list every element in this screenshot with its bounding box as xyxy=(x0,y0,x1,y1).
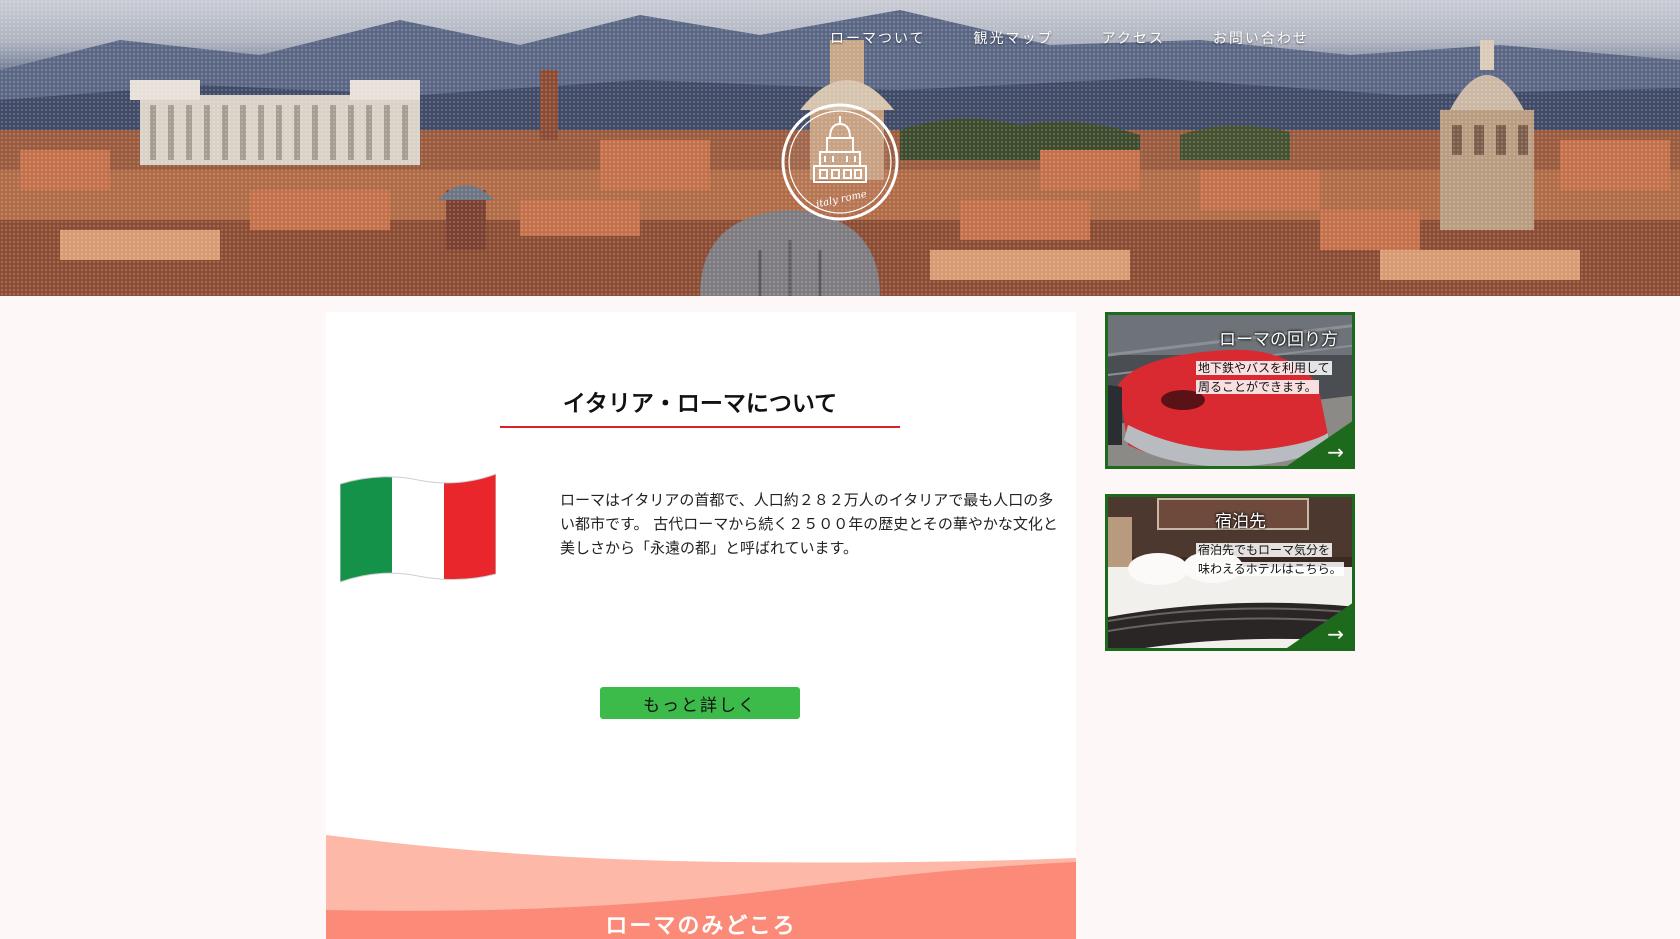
hero-header: ローマついて 観光マップ アクセス お問い合わせ italy rome xyxy=(0,0,1680,296)
site-logo[interactable]: italy rome xyxy=(780,102,900,222)
nav-item-contact[interactable]: お問い合わせ xyxy=(1213,28,1309,48)
card-accommodation-title: 宿泊先 xyxy=(1215,512,1266,532)
about-title: イタリア・ローマについて xyxy=(500,384,900,428)
card-accommodation[interactable]: 宿泊先 宿泊先でもローマ気分を 味わえるホテルはこちら。 → xyxy=(1105,494,1355,651)
card-getting-around[interactable]: ローマの回り方 地下鉄やバスを利用して 周ることができます。 → xyxy=(1105,312,1355,469)
arrow-right-icon: → xyxy=(1327,440,1344,464)
main-nav: ローマついて 観光マップ アクセス お問い合わせ xyxy=(830,28,1309,48)
nav-item-sightseeing-map[interactable]: 観光マップ xyxy=(974,28,1054,48)
nav-item-about-rome[interactable]: ローマついて xyxy=(830,28,926,48)
main-content: イタリア・ローマについて ローマはイタリアの首都で、人口約２８２万人のイタリアで… xyxy=(326,312,1076,939)
highlights-title: ローマのみどころ xyxy=(605,914,797,939)
card-getting-around-desc: 地下鉄やバスを利用して 周ることができます。 xyxy=(1196,361,1332,394)
about-description: ローマはイタリアの首都で、人口約２８２万人のイタリアで最も人口の多い都市です。 … xyxy=(560,491,1058,557)
nav-item-access[interactable]: アクセス xyxy=(1102,28,1165,48)
read-more-button[interactable]: もっと詳しく xyxy=(600,687,800,719)
card-accommodation-desc: 宿泊先でもローマ気分を 味わえるホテルはこちら。 xyxy=(1196,543,1344,576)
card-getting-around-title: ローマの回り方 xyxy=(1219,330,1338,350)
arrow-right-icon: → xyxy=(1327,622,1344,646)
italy-flag-icon xyxy=(340,473,496,583)
